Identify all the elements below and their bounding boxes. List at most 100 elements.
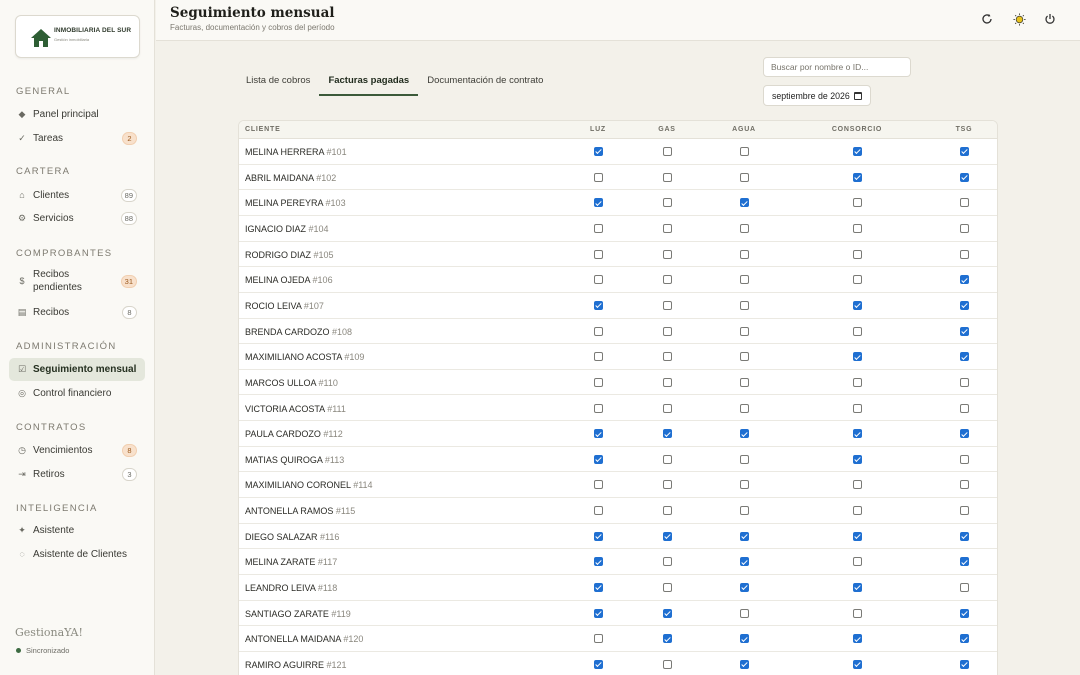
paid-checkbox-agua[interactable] [739,147,749,156]
paid-checkbox-tsg[interactable] [959,583,969,593]
sidebar-item-recibos[interactable]: ▤ Recibos 8 [9,301,145,324]
sidebar-item-asistente[interactable]: ✦ Asistente [9,519,145,542]
paid-checkbox-agua[interactable] [739,300,749,310]
sidebar-item-control-financiero[interactable]: ◎ Control financiero [9,382,145,405]
paid-checkbox-luz[interactable] [593,326,603,336]
paid-checkbox-consorcio[interactable] [852,275,862,285]
paid-checkbox-agua[interactable] [739,608,749,618]
paid-checkbox-luz[interactable] [593,634,603,644]
paid-checkbox-tsg[interactable] [959,531,969,541]
paid-checkbox-gas[interactable] [662,275,672,285]
sidebar-item-tareas[interactable]: ✓ Tareas 2 [9,127,145,150]
paid-checkbox-luz[interactable] [593,608,603,618]
paid-checkbox-agua[interactable] [739,223,749,233]
paid-checkbox-consorcio[interactable] [852,480,862,490]
paid-checkbox-luz[interactable] [593,198,603,208]
paid-checkbox-gas[interactable] [662,506,672,516]
paid-checkbox-agua[interactable] [739,377,749,387]
sidebar-item-panel-principal[interactable]: ◆ Panel principal [9,103,145,126]
paid-checkbox-tsg[interactable] [959,377,969,387]
paid-checkbox-consorcio[interactable] [852,223,862,233]
paid-checkbox-tsg[interactable] [959,660,969,669]
paid-checkbox-consorcio[interactable] [852,634,862,644]
sidebar-item-servicios[interactable]: ⚙ Servicios 88 [9,207,145,230]
tab-lista-de-cobros[interactable]: Lista de cobros [237,70,319,96]
paid-checkbox-gas[interactable] [662,352,672,362]
paid-checkbox-tsg[interactable] [959,403,969,413]
sidebar-item-retiros[interactable]: ⇥ Retiros 3 [9,463,145,486]
paid-checkbox-luz[interactable] [593,429,603,439]
paid-checkbox-agua[interactable] [739,249,749,259]
paid-checkbox-consorcio[interactable] [852,300,862,310]
power-button[interactable] [1042,11,1058,27]
paid-checkbox-luz[interactable] [593,147,603,156]
paid-checkbox-gas[interactable] [662,660,672,669]
paid-checkbox-tsg[interactable] [959,275,969,285]
paid-checkbox-tsg[interactable] [959,506,969,516]
paid-checkbox-tsg[interactable] [959,480,969,490]
paid-checkbox-gas[interactable] [662,172,672,182]
paid-checkbox-luz[interactable] [593,454,603,464]
paid-checkbox-luz[interactable] [593,531,603,541]
paid-checkbox-consorcio[interactable] [852,454,862,464]
paid-checkbox-gas[interactable] [662,198,672,208]
paid-checkbox-consorcio[interactable] [852,608,862,618]
sidebar-item-asistente-de-clientes[interactable]: ◌ Asistente de Clientes [9,543,145,566]
paid-checkbox-agua[interactable] [739,352,749,362]
paid-checkbox-consorcio[interactable] [852,660,862,669]
sidebar-item-clientes[interactable]: ⌂ Clientes 89 [9,184,145,207]
company-logo[interactable]: INMOBILIARIA DEL SUR Gestión inmobiliari… [15,15,140,58]
paid-checkbox-gas[interactable] [662,480,672,490]
paid-checkbox-gas[interactable] [662,377,672,387]
paid-checkbox-tsg[interactable] [959,198,969,208]
paid-checkbox-tsg[interactable] [959,454,969,464]
paid-checkbox-consorcio[interactable] [852,506,862,516]
paid-checkbox-luz[interactable] [593,249,603,259]
paid-checkbox-tsg[interactable] [959,352,969,362]
paid-checkbox-consorcio[interactable] [852,172,862,182]
paid-checkbox-consorcio[interactable] [852,531,862,541]
sidebar-item-vencimientos[interactable]: ◷ Vencimientos 8 [9,439,145,462]
paid-checkbox-agua[interactable] [739,198,749,208]
paid-checkbox-gas[interactable] [662,429,672,439]
paid-checkbox-tsg[interactable] [959,223,969,233]
paid-checkbox-consorcio[interactable] [852,326,862,336]
paid-checkbox-tsg[interactable] [959,326,969,336]
paid-checkbox-gas[interactable] [662,608,672,618]
paid-checkbox-gas[interactable] [662,223,672,233]
tab-documentacion-de-contrato[interactable]: Documentación de contrato [418,70,552,96]
paid-checkbox-luz[interactable] [593,300,603,310]
paid-checkbox-consorcio[interactable] [852,429,862,439]
paid-checkbox-tsg[interactable] [959,249,969,259]
paid-checkbox-agua[interactable] [739,454,749,464]
paid-checkbox-gas[interactable] [662,557,672,567]
paid-checkbox-gas[interactable] [662,326,672,336]
paid-checkbox-agua[interactable] [739,429,749,439]
paid-checkbox-consorcio[interactable] [852,403,862,413]
paid-checkbox-luz[interactable] [593,557,603,567]
refresh-button[interactable] [979,11,995,27]
paid-checkbox-consorcio[interactable] [852,147,862,156]
paid-checkbox-luz[interactable] [593,583,603,593]
paid-checkbox-consorcio[interactable] [852,352,862,362]
paid-checkbox-agua[interactable] [739,275,749,285]
sidebar-item-recibos-pendientes[interactable]: $ Recibos pendientes 31 [9,266,145,296]
paid-checkbox-tsg[interactable] [959,608,969,618]
paid-checkbox-agua[interactable] [739,634,749,644]
paid-checkbox-consorcio[interactable] [852,198,862,208]
paid-checkbox-tsg[interactable] [959,634,969,644]
paid-checkbox-luz[interactable] [593,172,603,182]
search-input[interactable] [763,57,911,77]
paid-checkbox-luz[interactable] [593,223,603,233]
paid-checkbox-consorcio[interactable] [852,249,862,259]
sidebar-item-seguimiento-mensual[interactable]: ☑ Seguimiento mensual [9,358,145,381]
paid-checkbox-luz[interactable] [593,352,603,362]
tab-facturas-pagadas[interactable]: Facturas pagadas [319,70,419,96]
paid-checkbox-agua[interactable] [739,583,749,593]
paid-checkbox-luz[interactable] [593,660,603,669]
paid-checkbox-luz[interactable] [593,275,603,285]
paid-checkbox-luz[interactable] [593,506,603,516]
paid-checkbox-gas[interactable] [662,300,672,310]
paid-checkbox-tsg[interactable] [959,172,969,182]
paid-checkbox-tsg[interactable] [959,300,969,310]
